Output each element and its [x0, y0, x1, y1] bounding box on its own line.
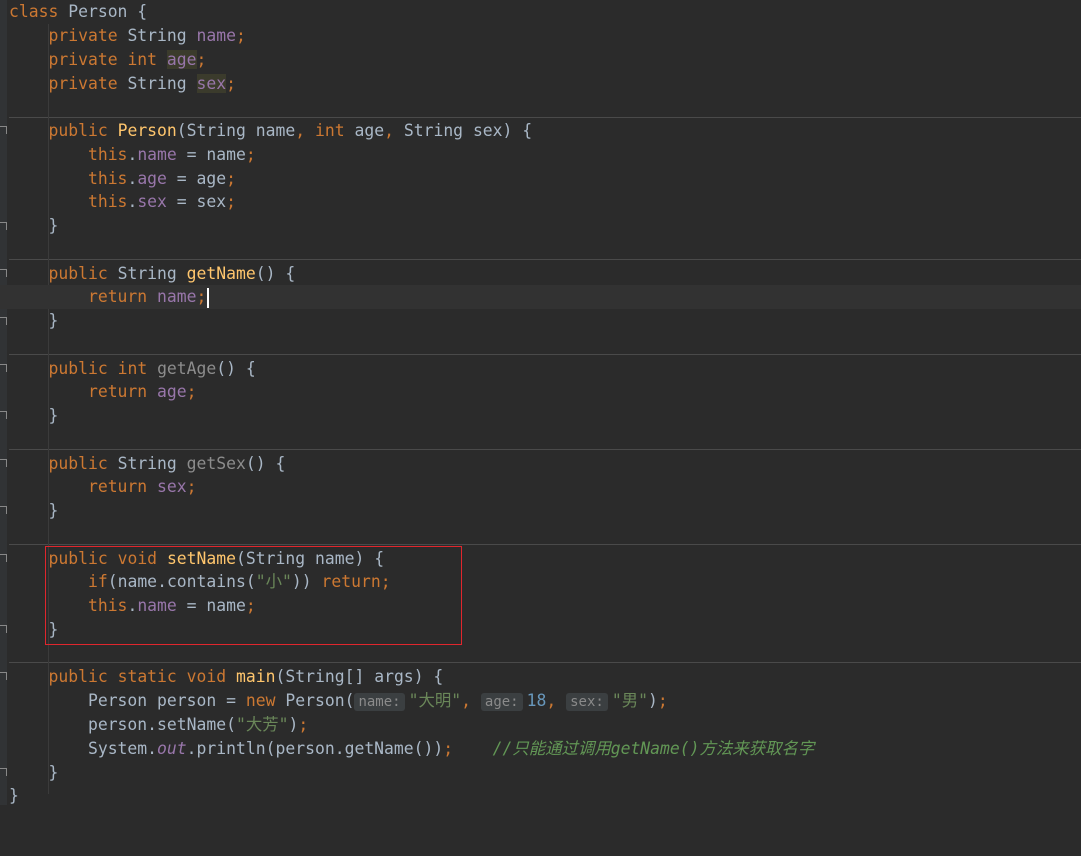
text-caret: [207, 287, 210, 308]
code-line[interactable]: this.age = age;: [0, 167, 1081, 191]
code-line[interactable]: }: [0, 309, 1081, 333]
code-line[interactable]: class Person {: [0, 0, 1081, 24]
method-separator: [9, 117, 1081, 118]
method-separator: [9, 449, 1081, 450]
code-line[interactable]: return sex;: [0, 475, 1081, 499]
code-line[interactable]: }: [0, 214, 1081, 238]
highlight-box: [45, 546, 462, 645]
keyword: private: [48, 50, 118, 69]
code-line[interactable]: private String sex;: [0, 72, 1081, 96]
method-separator: [9, 259, 1081, 260]
parameter-hint: name:: [354, 693, 405, 711]
code-line[interactable]: Person person = new Person(name: "大明", ag…: [0, 689, 1081, 713]
code-line[interactable]: }: [0, 761, 1081, 785]
code-line[interactable]: }: [0, 499, 1081, 523]
keyword: public: [48, 121, 108, 140]
code-line[interactable]: public Person(String name, int age, Stri…: [0, 119, 1081, 143]
code-editor[interactable]: class Person { private String name; priv…: [0, 0, 1081, 805]
code-line[interactable]: }: [0, 784, 1081, 808]
code-line[interactable]: return age;: [0, 380, 1081, 404]
code-line[interactable]: public String getSex() {: [0, 452, 1081, 476]
code-line[interactable]: }: [0, 404, 1081, 428]
code-line[interactable]: public int getAge() {: [0, 357, 1081, 381]
method-separator: [9, 544, 1081, 545]
parameter-hint: age:: [480, 693, 523, 711]
keyword: private: [48, 74, 118, 93]
method-separator: [9, 354, 1081, 355]
method-name: getName: [186, 264, 256, 283]
code-comment: //只能通过调用getName()方法来获取名字: [492, 739, 815, 758]
type: String: [127, 26, 187, 45]
keyword: class: [9, 2, 59, 21]
code-line[interactable]: public static void main(String[] args) {: [0, 665, 1081, 689]
parameter-hint: sex:: [566, 693, 608, 711]
code-line[interactable]: private int age;: [0, 48, 1081, 72]
keyword: private: [48, 26, 118, 45]
code-line[interactable]: this.name = name;: [0, 143, 1081, 167]
code-line[interactable]: private String name;: [0, 24, 1081, 48]
type: String: [127, 74, 187, 93]
keyword: int: [127, 50, 158, 69]
method-name: main: [236, 667, 276, 686]
code-line[interactable]: public String getName() {: [0, 262, 1081, 286]
code-line[interactable]: person.setName("大芳");: [0, 713, 1081, 737]
method-name-unused: getSex: [186, 454, 246, 473]
current-line[interactable]: return name;: [0, 285, 1081, 309]
field-sex: sex: [196, 74, 227, 93]
field-age: age: [166, 50, 197, 69]
constructor-name: Person: [117, 121, 177, 140]
code-line[interactable]: System.out.println(person.getName()); //…: [0, 737, 1081, 761]
field-name: name: [196, 26, 237, 45]
class-name: Person: [68, 2, 128, 21]
method-name-unused: getAge: [157, 359, 217, 378]
code-line[interactable]: this.sex = sex;: [0, 190, 1081, 214]
method-separator: [9, 662, 1081, 663]
